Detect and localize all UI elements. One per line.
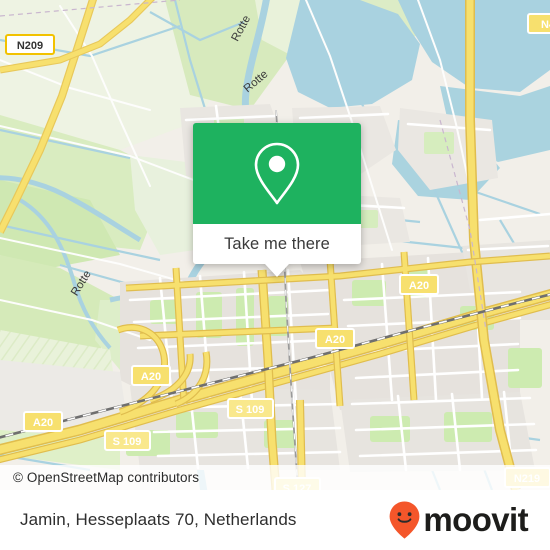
road-shield-label: A20 xyxy=(409,280,429,292)
footer-bar: Jamin, Hesseplaats 70, Netherlands moovi… xyxy=(0,490,550,550)
road-shield-n4: N4 xyxy=(527,13,550,34)
road-shield-a20: A20 xyxy=(399,274,439,295)
moovit-pin-icon xyxy=(388,500,421,540)
road-shield-a20: A20 xyxy=(131,365,171,386)
road-shield-a20: A20 xyxy=(23,411,63,432)
moovit-wordmark: moovit xyxy=(423,500,528,538)
road-shield-a20: A20 xyxy=(315,328,355,349)
moovit-logo[interactable]: moovit xyxy=(388,500,529,540)
road-shield-label: A20 xyxy=(325,334,345,346)
road-shield-label: N209 xyxy=(17,40,43,52)
map-attribution-bar: © OpenStreetMap contributors xyxy=(0,465,550,490)
popup-header xyxy=(193,123,361,224)
road-shield-n209: N209 xyxy=(5,34,55,55)
take-me-there-label[interactable]: Take me there xyxy=(224,235,330,254)
openstreetmap-attribution-text[interactable]: © OpenStreetMap contributors xyxy=(13,470,199,485)
road-shield-label: N4 xyxy=(541,19,550,31)
popup-pointer-tail xyxy=(265,264,289,277)
road-shield-s109: S 109 xyxy=(227,398,274,419)
road-shield-s109: S 109 xyxy=(104,430,151,451)
popup-footer[interactable]: Take me there xyxy=(193,224,361,277)
location-popup-card[interactable]: Take me there xyxy=(193,123,361,277)
road-shield-label: S 109 xyxy=(236,404,265,416)
road-shield-label: A20 xyxy=(33,417,53,429)
map-pin-icon xyxy=(251,141,303,207)
location-address-text: Jamin, Hesseplaats 70, Netherlands xyxy=(20,510,297,529)
road-shield-label: S 109 xyxy=(113,436,142,448)
road-shield-label: A20 xyxy=(141,371,161,383)
map-screenshot-root: Rotte Rotte Rotte N209 N4 xyxy=(0,0,550,550)
